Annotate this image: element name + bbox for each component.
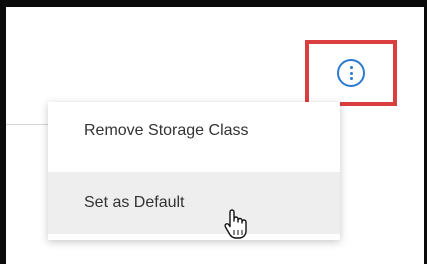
kebab-dot — [349, 71, 353, 75]
header-divider — [6, 124, 48, 125]
kebab-dot — [349, 77, 353, 81]
hand-pointer-cursor-icon — [224, 209, 247, 239]
menu-item-set-as-default[interactable]: Set as Default — [48, 172, 340, 234]
menu-item-label: Remove Storage Class — [84, 121, 249, 139]
menu-item-label: Set as Default — [84, 194, 185, 211]
menu-item-remove-storage-class[interactable]: Remove Storage Class — [48, 102, 340, 159]
actions-dropdown-menu: Remove Storage Class Set as Default — [48, 102, 340, 240]
more-options-icon[interactable] — [337, 59, 365, 87]
kebab-dot — [349, 65, 353, 69]
